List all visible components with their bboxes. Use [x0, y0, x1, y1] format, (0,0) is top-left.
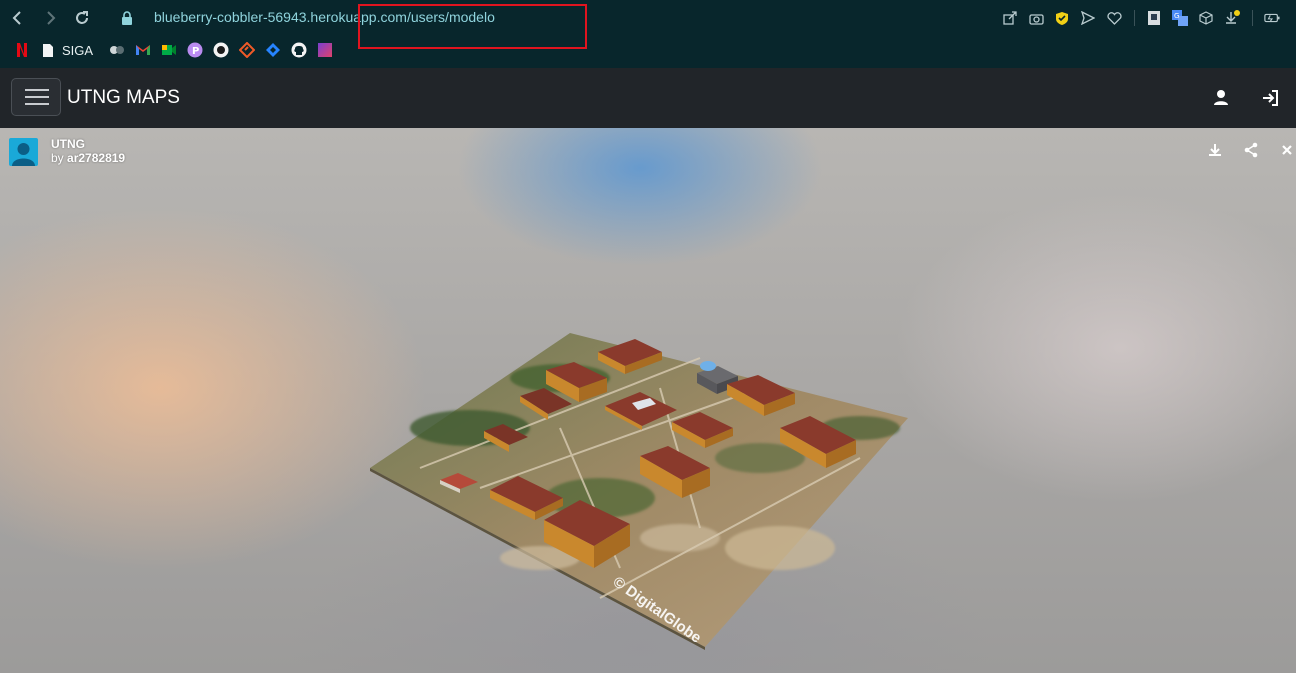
lock-icon — [122, 11, 132, 25]
extension-bar: G — [1002, 8, 1280, 28]
model-author: by ar2782819 — [51, 151, 125, 165]
bookmark-label-siga[interactable]: SIGA — [62, 43, 93, 58]
login-icon[interactable] — [1261, 88, 1281, 108]
meet-icon[interactable] — [161, 42, 177, 58]
send-icon[interactable] — [1080, 10, 1096, 26]
author-prefix: by — [51, 151, 64, 165]
address-row: blueberry-cobbler-56943.herokuapp.com/us… — [0, 0, 1296, 36]
tiktok-like-icon[interactable] — [109, 42, 125, 58]
annotation-highlight-box — [358, 4, 587, 49]
menu-toggle-button[interactable] — [11, 78, 61, 116]
github-icon[interactable] — [291, 42, 307, 58]
translate-icon[interactable]: G — [1172, 10, 1188, 26]
model-title[interactable]: UTNG — [51, 137, 85, 151]
close-icon[interactable] — [1279, 142, 1295, 158]
app-navbar — [0, 68, 1296, 128]
hamburger-icon — [25, 89, 49, 91]
author-link[interactable]: ar2782819 — [67, 151, 125, 165]
camera-icon[interactable] — [1028, 10, 1044, 26]
gmail-icon[interactable] — [135, 42, 151, 58]
download-icon[interactable] — [1224, 10, 1240, 26]
jira-icon[interactable] — [265, 42, 281, 58]
share-icon[interactable] — [1243, 142, 1259, 158]
hamburger-icon — [25, 103, 49, 105]
download-icon[interactable] — [1207, 142, 1223, 158]
3d-campus-model[interactable]: © DigitalGlobe — [0, 128, 1296, 673]
brand-title[interactable]: UTNG MAPS — [67, 87, 180, 109]
separator — [1132, 10, 1136, 26]
author-avatar[interactable] — [9, 138, 38, 166]
orange-diamond-icon[interactable] — [239, 42, 256, 58]
reload-button[interactable] — [72, 8, 92, 28]
hamburger-icon — [25, 96, 49, 98]
gradient-square-icon[interactable] — [317, 42, 333, 58]
svg-text:P: P — [192, 46, 199, 57]
user-icon[interactable] — [1211, 88, 1231, 108]
reload-icon — [76, 11, 88, 24]
battery-icon[interactable] — [1264, 10, 1280, 26]
svg-text:G: G — [1174, 12, 1179, 20]
share-icon[interactable] — [1002, 10, 1018, 26]
dark-circle-icon[interactable] — [213, 42, 229, 58]
cube-icon[interactable] — [1198, 10, 1214, 26]
purple-p-icon[interactable]: P — [187, 42, 203, 58]
back-icon — [12, 11, 21, 25]
ext-box-icon[interactable] — [1146, 10, 1162, 26]
bookmarks-bar: SIGA P — [0, 38, 333, 62]
netflix-icon[interactable] — [14, 42, 30, 58]
heart-icon[interactable] — [1106, 10, 1122, 26]
document-icon[interactable] — [40, 42, 56, 58]
forward-button[interactable] — [40, 8, 60, 28]
forward-icon — [47, 11, 56, 25]
browser-chrome: blueberry-cobbler-56943.herokuapp.com/us… — [0, 0, 1296, 68]
separator — [1250, 10, 1254, 26]
back-button[interactable] — [8, 8, 28, 28]
shield-icon[interactable] — [1054, 10, 1070, 26]
model-viewer[interactable]: © DigitalGlobe UTNG by ar2782819 — [0, 128, 1296, 673]
